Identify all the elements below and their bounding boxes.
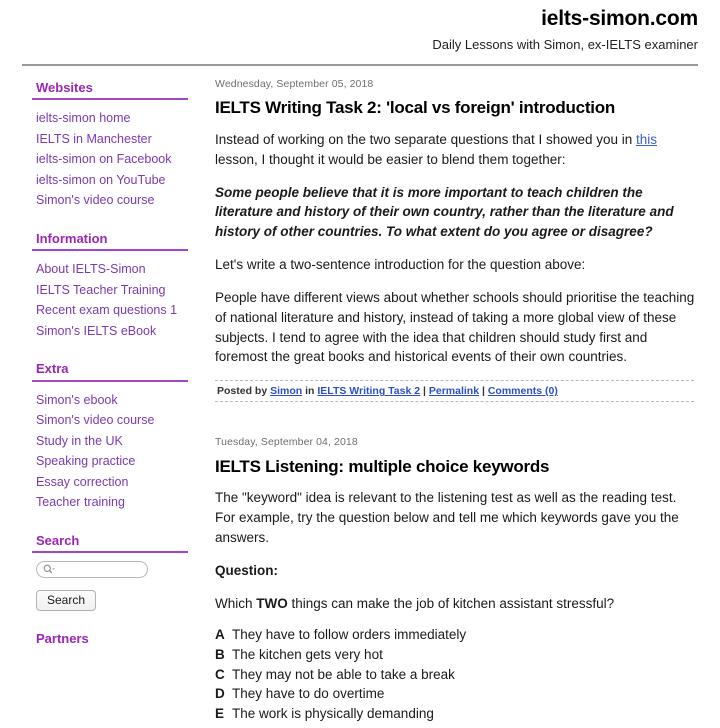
- post-title: IELTS Listening: multiple choice keyword…: [215, 456, 550, 476]
- sidebar-heading-rule: [32, 249, 188, 252]
- post-date: Tuesday, September 04, 2018: [215, 436, 358, 449]
- posted-by-label: Posted by: [217, 385, 268, 398]
- sidebar-item-ielts-simon-on-facebook[interactable]: ielts-simon on Facebook: [32, 149, 190, 170]
- option-text: The kitchen gets very hot: [232, 647, 383, 663]
- sidebar-item-essay-correction[interactable]: Essay correction: [32, 472, 190, 493]
- sidebar-section-information: Information About IELTS-Simon IELTS Teac…: [32, 229, 190, 342]
- comments-link[interactable]: Comments (0): [488, 385, 558, 397]
- sidebar-item-simons-ielts-ebook[interactable]: Simon's IELTS eBook: [32, 321, 190, 342]
- search-field-wrapper[interactable]: [36, 561, 148, 579]
- site-header: ielts-simon.com Daily Lessons with Simon…: [0, 0, 720, 53]
- post-spacer: [209, 406, 700, 436]
- post-instruction: Let's write a two-sentence introduction …: [215, 257, 586, 273]
- post-author-link[interactable]: Simon: [270, 385, 302, 397]
- sidebar-section-extra: Extra Simon's ebook Simon's video course…: [32, 359, 190, 513]
- option-letter: B: [215, 647, 225, 663]
- option-row: A They have to follow orders immediately: [215, 626, 700, 645]
- post-listening-keywords: Tuesday, September 04, 2018 IELTS Listen…: [209, 436, 700, 723]
- page-body: Websites ielts-simon home IELTS in Manch…: [0, 66, 720, 728]
- post-category-link[interactable]: IELTS Writing Task 2: [317, 385, 420, 397]
- sidebar-section-websites: Websites ielts-simon home IELTS in Manch…: [32, 78, 190, 211]
- sidebar-item-recent-exam-questions-1[interactable]: Recent exam questions 1: [32, 300, 190, 321]
- post-writing-task-2: Wednesday, September 05, 2018 IELTS Writ…: [209, 77, 700, 403]
- option-row: E The work is physically demanding: [215, 705, 700, 724]
- question-label: Question:: [215, 562, 278, 578]
- sidebar-heading-rule: [32, 98, 188, 101]
- option-letter: A: [215, 627, 225, 643]
- site-title: ielts-simon.com: [541, 7, 698, 30]
- post-intro-paragraph: The "keyword" idea is relevant to the li…: [215, 490, 679, 545]
- permalink-link[interactable]: Permalink: [429, 385, 479, 397]
- question-text-after-strong: things can make the job of kitchen assis…: [287, 595, 615, 611]
- sidebar-item-ielts-teacher-training[interactable]: IELTS Teacher Training: [32, 280, 190, 301]
- sidebar-heading-rule: [32, 551, 188, 554]
- post-body: Instead of working on the two separate q…: [215, 130, 700, 367]
- option-letter: C: [215, 666, 225, 682]
- option-text: They have to do overtime: [232, 686, 385, 702]
- option-row: D They have to do overtime: [215, 685, 700, 704]
- post-footer: Posted by Simon in IELTS Writing Task 2 …: [215, 380, 694, 403]
- post-title: IELTS Writing Task 2: 'local vs foreign'…: [215, 98, 616, 118]
- option-text: The work is physically demanding: [232, 705, 434, 721]
- option-letter: D: [215, 686, 225, 702]
- sidebar-heading-information: Information: [36, 230, 108, 246]
- main-content: Wednesday, September 05, 2018 IELTS Writ…: [190, 78, 720, 728]
- site-tagline: Daily Lessons with Simon, ex-IELTS exami…: [432, 37, 698, 53]
- intro-text-after-link: lesson, I thought it would be easier to …: [215, 151, 566, 167]
- this-lesson-link[interactable]: this: [636, 132, 657, 147]
- sidebar-section-partners: Partners: [32, 629, 190, 649]
- sidebar-item-study-in-the-uk[interactable]: Study in the UK: [32, 431, 190, 452]
- question-prompt: Which TWO things can make the job of kit…: [215, 594, 700, 614]
- sidebar-item-speaking-practice[interactable]: Speaking practice: [32, 451, 190, 472]
- sidebar-heading-rule: [32, 379, 188, 382]
- option-row: C They may not be able to take a break: [215, 666, 700, 685]
- search-input[interactable]: [56, 563, 141, 576]
- search-icon: [43, 564, 56, 575]
- option-text: They have to follow orders immediately: [232, 627, 467, 643]
- sidebar-item-ielts-simon-on-youtube[interactable]: ielts-simon on YouTube: [32, 170, 190, 191]
- option-text: They may not be able to take a break: [232, 666, 455, 682]
- sidebar-item-ielts-in-manchester[interactable]: IELTS in Manchester: [32, 129, 190, 150]
- sidebar-heading-websites: Websites: [36, 79, 93, 95]
- sidebar-heading-extra: Extra: [36, 361, 69, 377]
- sidebar-item-about-ielts-simon[interactable]: About IELTS-Simon: [32, 259, 190, 280]
- sidebar-item-simons-ebook[interactable]: Simon's ebook: [32, 390, 190, 411]
- sidebar: Websites ielts-simon home IELTS in Manch…: [0, 78, 190, 655]
- option-row: B The kitchen gets very hot: [215, 646, 700, 665]
- essay-question-quote: Some people believe that it is more impo…: [215, 184, 674, 240]
- sidebar-heading-partners: Partners: [36, 631, 89, 647]
- post-model-answer: People have different views about whethe…: [215, 289, 695, 365]
- post-date: Wednesday, September 05, 2018: [215, 77, 374, 90]
- in-label: in: [305, 385, 315, 398]
- sidebar-item-simons-video-course[interactable]: Simon's video course: [32, 190, 190, 211]
- question-emphasis-two: TWO: [256, 595, 288, 611]
- answer-options-list: A They have to follow orders immediately…: [215, 626, 700, 723]
- sidebar-item-teacher-training[interactable]: Teacher training: [32, 492, 190, 513]
- sidebar-item-simons-video-course-extra[interactable]: Simon's video course: [32, 410, 190, 431]
- option-letter: E: [215, 705, 225, 721]
- question-text-before-strong: Which: [215, 595, 257, 611]
- post-intro-paragraph: Instead of working on the two separate q…: [215, 130, 700, 170]
- sidebar-item-ielts-simon-home[interactable]: ielts-simon home: [32, 108, 190, 129]
- footer-separator: |: [479, 385, 488, 398]
- search-button[interactable]: Search: [36, 590, 97, 612]
- sidebar-heading-search: Search: [36, 532, 80, 548]
- intro-text-before-link: Instead of working on the two separate q…: [215, 131, 637, 147]
- post-body: The "keyword" idea is relevant to the li…: [215, 488, 700, 723]
- sidebar-section-search: Search Search: [32, 531, 190, 612]
- footer-separator: |: [420, 385, 429, 398]
